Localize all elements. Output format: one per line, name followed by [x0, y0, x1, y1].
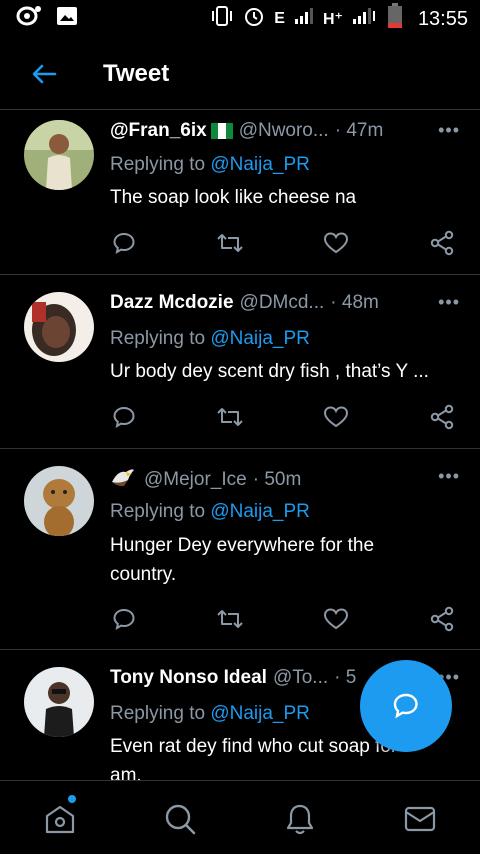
- signal-icon: [294, 7, 314, 31]
- user-handle[interactable]: @Nworo...: [239, 120, 329, 142]
- like-button[interactable]: [322, 605, 350, 633]
- clock-time: 13:55: [417, 7, 468, 30]
- share-button[interactable]: [428, 403, 456, 431]
- tweet-actions: [110, 229, 456, 257]
- share-icon: [430, 404, 454, 430]
- retweet-icon: [217, 408, 243, 426]
- nav-notifications[interactable]: [280, 799, 320, 839]
- mention-link[interactable]: @Naija_PR: [210, 501, 310, 522]
- alarm-icon: [243, 5, 265, 33]
- timestamp: · 5: [334, 667, 357, 688]
- search-icon: [165, 804, 196, 835]
- timestamp: · 48m: [330, 292, 379, 313]
- retweet-button[interactable]: [216, 403, 244, 431]
- user-handle[interactable]: @Mejor_Ice: [144, 469, 247, 491]
- share-button[interactable]: [428, 605, 456, 633]
- replying-prefix: Replying to: [110, 703, 206, 724]
- compose-reply-button[interactable]: [360, 660, 452, 752]
- retweet-icon: [217, 234, 243, 252]
- tweet-actions: [110, 605, 456, 633]
- retweet-button[interactable]: [216, 229, 244, 257]
- image-icon: [56, 6, 78, 32]
- bottom-nav: [0, 780, 480, 854]
- replying-to: Replying to @Naija_PR: [110, 501, 310, 523]
- page-title: Tweet: [103, 59, 170, 87]
- replying-to: Replying to @Naija_PR: [110, 154, 310, 176]
- tweet-text: Hunger Dey everywhere for the country.: [110, 535, 375, 585]
- more-options-button[interactable]: •••: [438, 292, 460, 313]
- user-handle[interactable]: @DMcd...: [240, 292, 325, 314]
- like-icon: [323, 608, 349, 630]
- reply-button[interactable]: [110, 229, 138, 257]
- tweet-item[interactable]: @Fran_6ix @Nworo... · 47m ••• Replying t…: [0, 110, 480, 275]
- reply-icon: [113, 232, 135, 254]
- app-bar: Tweet: [0, 38, 480, 110]
- nav-home[interactable]: [40, 799, 80, 839]
- timestamp: · 47m: [334, 120, 384, 141]
- like-button[interactable]: [322, 229, 350, 257]
- status-bar: E H⁺ 13:55: [0, 0, 480, 38]
- avatar[interactable]: [24, 667, 94, 737]
- like-icon: [323, 232, 349, 254]
- battery-icon: [387, 3, 403, 35]
- signal-icon-2: [352, 7, 378, 31]
- nav-messages[interactable]: [400, 799, 440, 839]
- replying-to: Replying to @Naija_PR: [110, 703, 310, 725]
- reply-button[interactable]: [110, 403, 138, 431]
- share-button[interactable]: [428, 229, 456, 257]
- user-handle[interactable]: @To...: [273, 667, 328, 689]
- mention-link[interactable]: @Naija_PR: [210, 328, 310, 349]
- like-button[interactable]: [322, 403, 350, 431]
- share-icon: [430, 606, 454, 632]
- eagle-emoji: [110, 466, 136, 494]
- back-button[interactable]: [14, 44, 74, 104]
- tweet-text: The soap look like cheese na: [110, 187, 357, 208]
- replying-prefix: Replying to: [110, 501, 206, 522]
- tweet-item[interactable]: @Mejor_Ice · 50m ••• Replying to @Naija_…: [0, 449, 480, 650]
- reply-icon: [113, 406, 135, 428]
- back-arrow-icon: [32, 64, 57, 83]
- retweet-icon: [217, 610, 243, 628]
- timestamp: · 50m: [252, 469, 302, 490]
- replying-prefix: Replying to: [110, 328, 206, 349]
- network-type-label: E: [274, 10, 285, 27]
- notification-icon: [16, 5, 42, 33]
- share-icon: [430, 230, 454, 256]
- home-icon: [45, 805, 75, 834]
- replying-to: Replying to @Naija_PR: [110, 328, 310, 350]
- tweet-item[interactable]: Dazz Mcdozie @DMcd... · 48m ••• Replying…: [0, 275, 480, 449]
- display-name[interactable]: Dazz Mcdozie: [110, 292, 234, 314]
- avatar[interactable]: [24, 120, 94, 190]
- display-name[interactable]: Tony Nonso Ideal: [110, 667, 267, 689]
- home-new-indicator: [68, 795, 76, 803]
- network-type-label-2: H⁺: [322, 11, 343, 28]
- more-options-button[interactable]: •••: [438, 120, 460, 141]
- like-icon: [323, 406, 349, 428]
- mention-link[interactable]: @Naija_PR: [210, 703, 310, 724]
- avatar[interactable]: [24, 466, 94, 536]
- replying-prefix: Replying to: [110, 154, 206, 175]
- nav-search[interactable]: [160, 799, 200, 839]
- compose-reply-icon: [393, 693, 418, 719]
- reply-button[interactable]: [110, 605, 138, 633]
- avatar[interactable]: [24, 292, 94, 362]
- nigeria-flag-icon: [210, 123, 233, 139]
- mention-link[interactable]: @Naija_PR: [210, 154, 310, 175]
- more-options-button[interactable]: •••: [438, 466, 460, 487]
- display-name[interactable]: @Fran_6ix: [110, 120, 207, 142]
- tweet-text: Ur body dey scent dry fish , that’s Y ..…: [110, 361, 429, 382]
- notifications-icon: [286, 804, 314, 835]
- messages-icon: [404, 806, 436, 832]
- tweet-actions: [110, 403, 456, 431]
- retweet-button[interactable]: [216, 605, 244, 633]
- reply-icon: [113, 608, 135, 630]
- vibrate-icon: [210, 5, 234, 33]
